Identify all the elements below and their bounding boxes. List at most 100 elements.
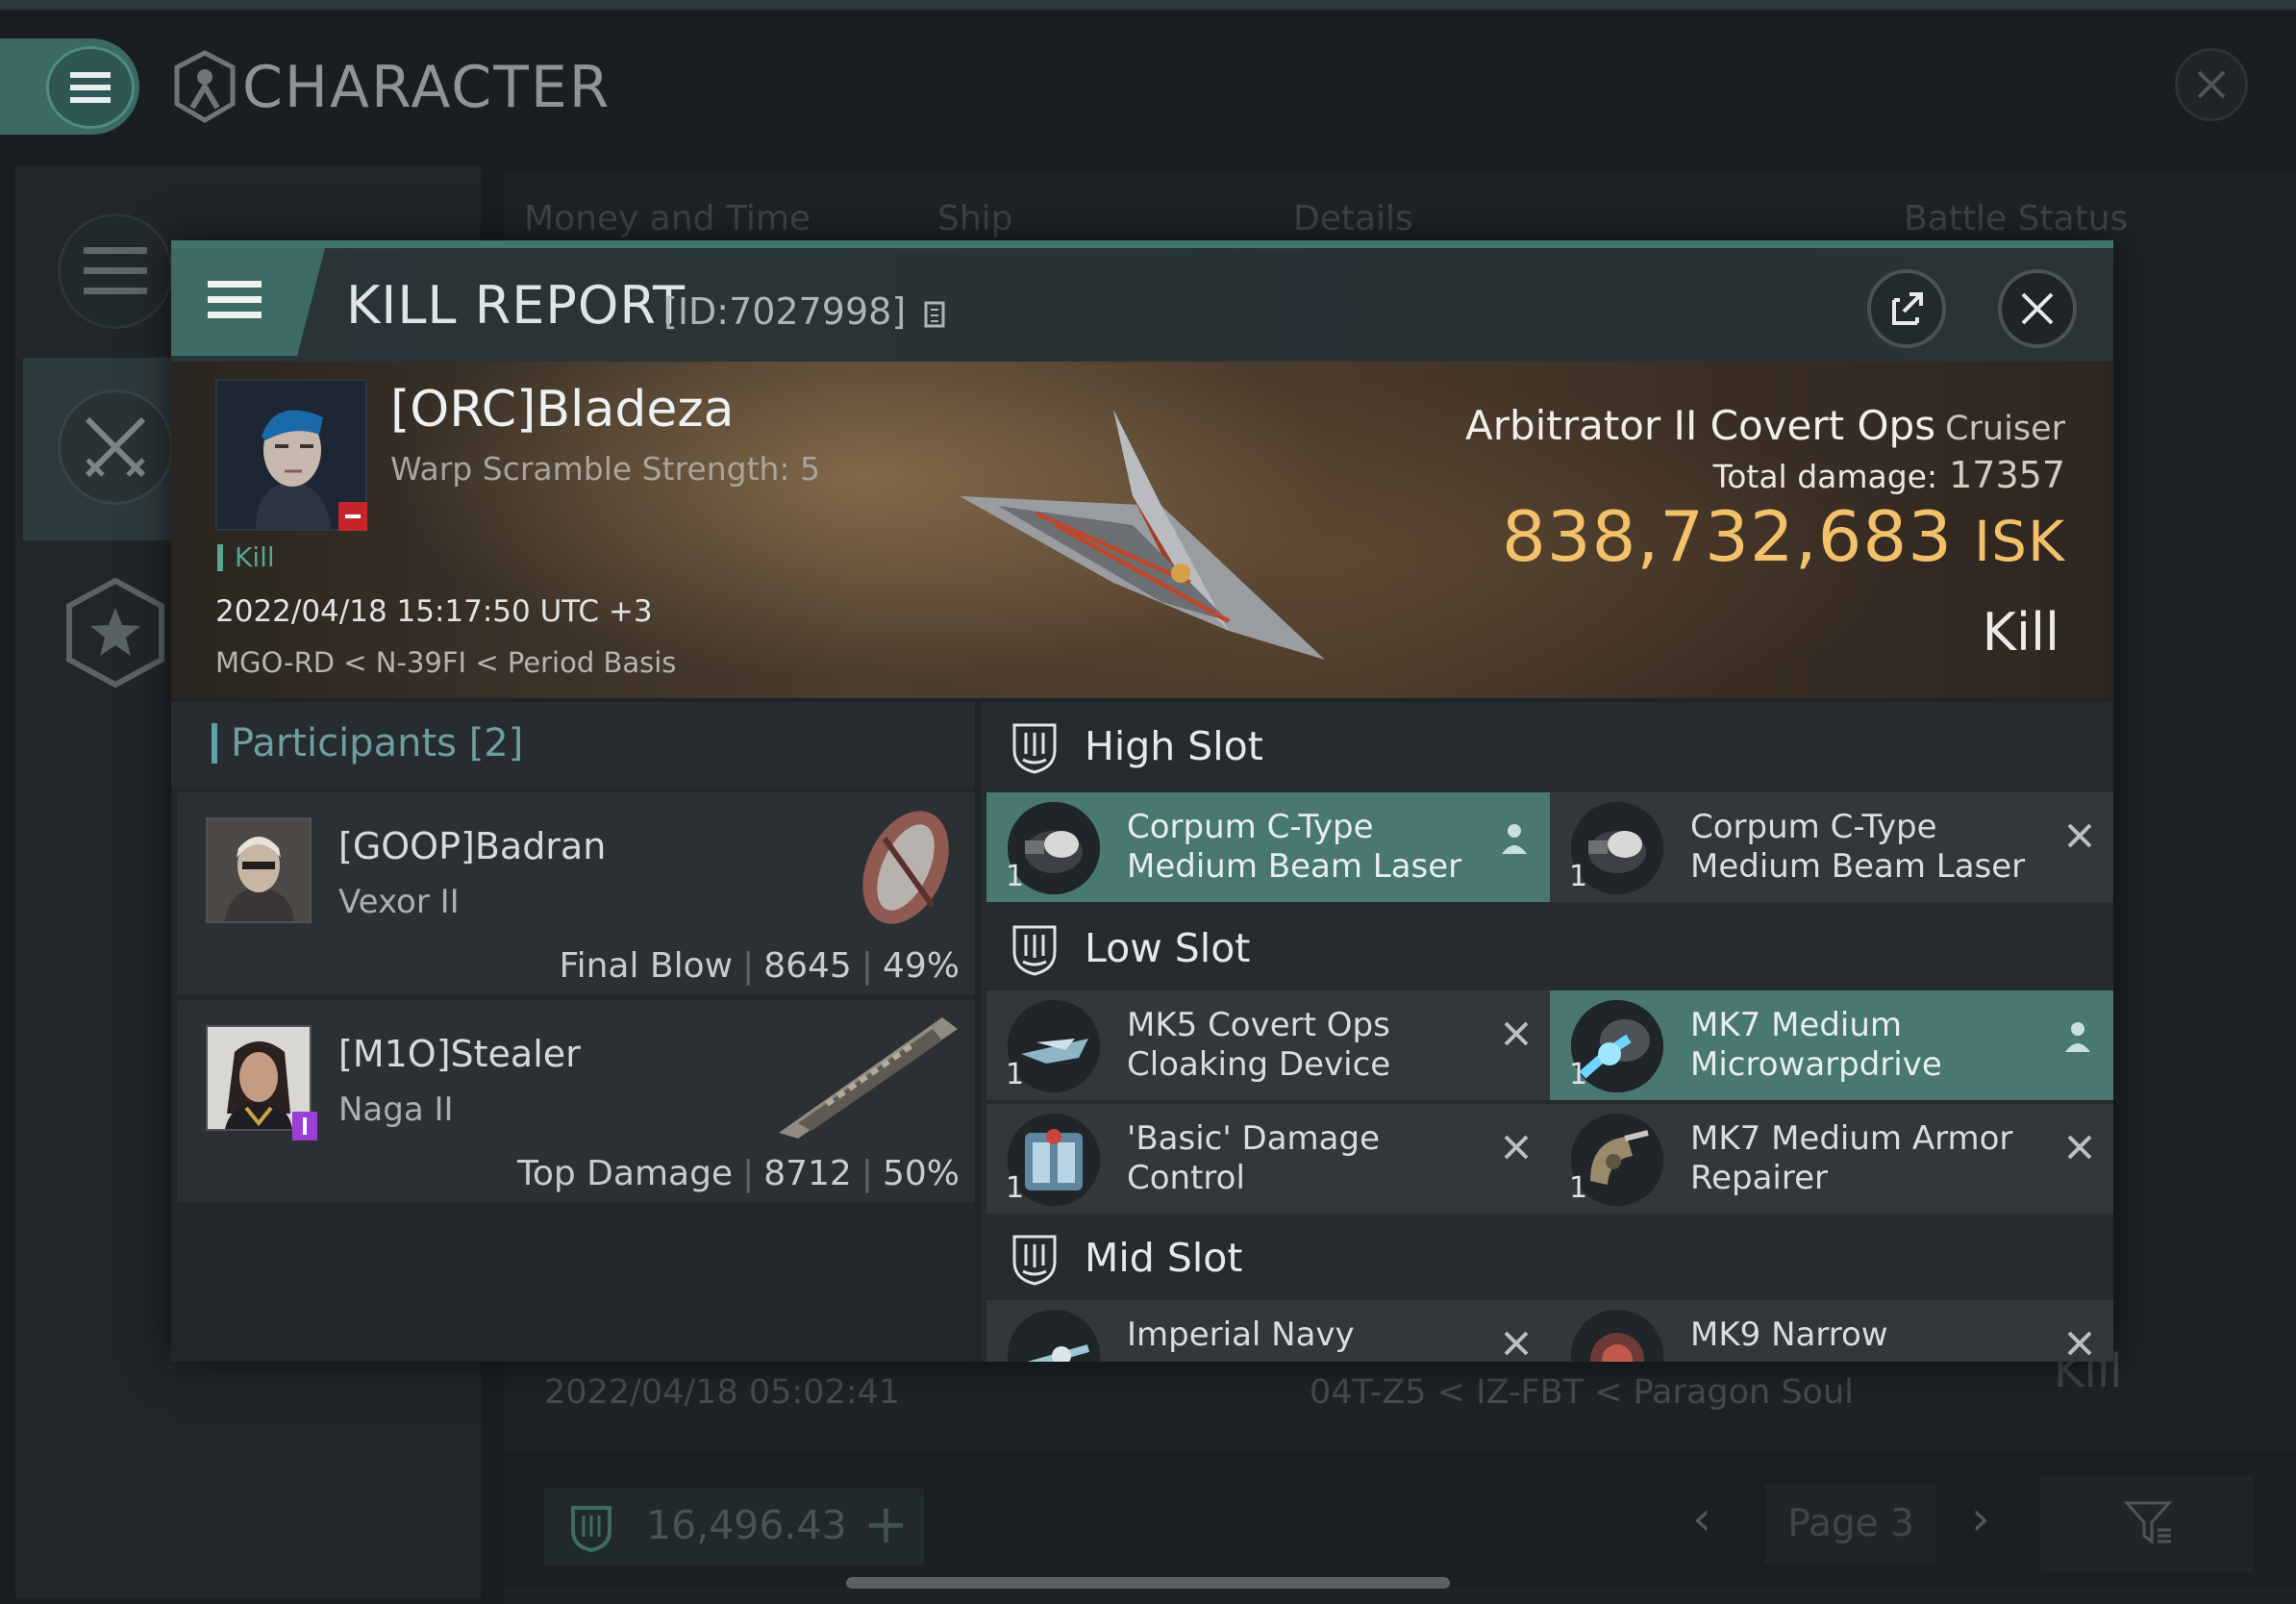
module-item[interactable]: MK9 Narrow (1550, 1300, 2113, 1362)
tab-battle-status[interactable]: Battle Status (1904, 199, 2128, 238)
module-name: MK7 Medium Armor Repairer (1690, 1119, 2013, 1197)
ship-render (940, 390, 1344, 679)
wallet-shield-icon (571, 1506, 611, 1552)
modal-title: KILL REPORT (346, 275, 686, 336)
ship-name-label: Arbitrator II Covert Ops (1464, 402, 1936, 449)
participant-row[interactable]: [GOOP]Badran Vexor II Final Blow | 8645 | 49… (177, 792, 975, 994)
purple-badge (292, 1112, 317, 1140)
module-name: Imperial Navy (1127, 1316, 1355, 1354)
destroyed-x-icon (2065, 1329, 2094, 1358)
total-damage: Total damage: 17357 (1713, 454, 2065, 496)
share-icon (1892, 292, 1923, 325)
module-item[interactable]: 1 MK5 Covert Ops Cloaking Device (986, 990, 1550, 1100)
destroyed-x-icon (2065, 821, 2094, 850)
kill-tag: Kill (217, 544, 275, 571)
participant-stats: Final Blow | 8645 | 49% (559, 946, 960, 986)
add-funds-button[interactable]: + (863, 1493, 909, 1556)
participant-portrait[interactable] (206, 817, 312, 923)
filter-icon (2123, 1501, 2173, 1544)
victim-banner: [ORC]Bladeza Warp Scramble Strength: 5 K… (171, 362, 2113, 698)
top-strip (0, 0, 2296, 10)
kill-time: 2022/04/18 15:17:50 UTC +3 (215, 594, 653, 629)
tab-ship[interactable]: Ship (937, 199, 1013, 238)
module-item[interactable]: 1 MK7 Medium Microwarpdrive (1550, 990, 2113, 1100)
mid-slot-header: Mid Slot (981, 1214, 2113, 1300)
low-slot-header: Low Slot (981, 904, 2113, 990)
participants-count: [2] (468, 721, 524, 765)
kill-report-id: [ID:7027998] (663, 290, 948, 333)
module-quantity: 1 (1006, 860, 1025, 893)
participant-name[interactable]: [M1O]Stealer (338, 1033, 581, 1075)
participants-panel: Participants [2] [GOOP]Badran Vexor II F… (171, 702, 975, 1362)
ship-name[interactable]: Arbitrator II Covert Ops Cruiser (1465, 402, 2065, 449)
module-icon (1571, 1310, 1663, 1362)
tab-details[interactable]: Details (1293, 199, 1413, 238)
participant-role: Final Blow (559, 946, 734, 986)
ship-render (846, 800, 961, 944)
page-indicator: Page 3 (1765, 1484, 1936, 1565)
participant-name[interactable]: [GOOP]Badran (338, 825, 606, 867)
destroyed-x-icon (1502, 1329, 1531, 1358)
previous-page-button[interactable]: ‹ (1692, 1491, 1711, 1546)
module-quantity: 1 (1569, 1058, 1588, 1091)
participant-row[interactable]: [M1O]Stealer Naga II Top Damage | 8712 | 50% (177, 1000, 975, 1202)
kill-report-modal: KILL REPORT [ID:7027998] [ORC]Bladeza Wa… (171, 240, 2113, 1362)
dropped-person-icon (1498, 821, 1531, 856)
module-item[interactable]: 1 Corpum C-Type Medium Beam Laser (986, 792, 1550, 902)
module-item[interactable]: 1 MK7 Medium Armor Repairer (1550, 1104, 2113, 1214)
module-quantity: 1 (1569, 1171, 1588, 1205)
module-name: MK9 Narrow (1690, 1316, 1888, 1354)
low-slot-label: Low Slot (1085, 925, 1251, 971)
module-item[interactable]: 1 'Basic' Damage Control (986, 1104, 1550, 1214)
star-badge-icon[interactable] (58, 575, 173, 690)
participant-percent: 50% (882, 1154, 960, 1193)
ship-class: Cruiser (1945, 410, 2065, 448)
victim-name[interactable]: [ORC]Bladeza (390, 381, 735, 439)
close-button[interactable] (1998, 269, 2077, 348)
module-name: Corpum C-Type Medium Beam Laser (1690, 808, 2026, 886)
participant-stats: Top Damage | 8712 | 50% (517, 1154, 960, 1193)
high-slot-header: High Slot (981, 702, 2113, 789)
module-name: Corpum C-Type Medium Beam Laser (1127, 808, 1462, 886)
participant-ship: Vexor II (338, 883, 460, 921)
module-item[interactable]: 1 Corpum C-Type Medium Beam Laser (1550, 792, 2113, 902)
ship-render (769, 1008, 961, 1142)
module-item[interactable]: Imperial Navy (986, 1300, 1550, 1362)
screen-close-button[interactable] (2175, 48, 2248, 121)
standing-badge (338, 502, 367, 531)
wallet-value: 16,496.43 (646, 1502, 847, 1548)
copy-icon[interactable] (923, 297, 948, 330)
share-button[interactable] (1867, 269, 1946, 348)
list-icon[interactable] (58, 213, 173, 329)
destroyed-x-icon (2065, 1133, 2094, 1162)
slot-shield-icon (1010, 719, 1060, 775)
separator: | (861, 1154, 873, 1193)
close-icon (2021, 292, 2054, 325)
module-name: 'Basic' Damage Control (1127, 1119, 1380, 1197)
isk-value: 838,732,683 ISK (1502, 496, 2065, 577)
module-name: MK5 Covert Ops Cloaking Device (1127, 1006, 1391, 1084)
separator: | (742, 1154, 755, 1193)
total-damage-label: Total damage: (1712, 458, 1938, 495)
module-quantity: 1 (1569, 860, 1588, 893)
filter-button[interactable] (2040, 1476, 2254, 1572)
high-slot-label: High Slot (1085, 723, 1263, 769)
background-row-date: 2022/04/18 05:02:41 (544, 1373, 901, 1412)
module-quantity: 1 (1006, 1171, 1025, 1205)
scroll-indicator[interactable] (846, 1577, 1450, 1589)
crossed-swords-icon[interactable] (58, 389, 173, 505)
hamburger-icon[interactable] (46, 46, 135, 129)
next-page-button[interactable]: › (1971, 1491, 1990, 1546)
modal-menu-button[interactable] (171, 248, 325, 356)
warp-scramble-strength: Warp Scramble Strength: 5 (390, 450, 821, 488)
participant-ship: Naga II (338, 1090, 454, 1129)
dropped-person-icon (2061, 1019, 2094, 1054)
tab-money-and-time[interactable]: Money and Time (524, 199, 811, 238)
isk-unit: ISK (1974, 509, 2065, 574)
participants-title: Participants [2] (212, 723, 523, 764)
participants-title-label: Participants (231, 721, 457, 765)
kill-location[interactable]: MGO-RD < N-39FI < Period Basis (215, 646, 676, 679)
participant-role: Top Damage (516, 1154, 734, 1193)
result-label: Kill (1982, 602, 2059, 663)
participant-percent: 49% (882, 946, 960, 986)
